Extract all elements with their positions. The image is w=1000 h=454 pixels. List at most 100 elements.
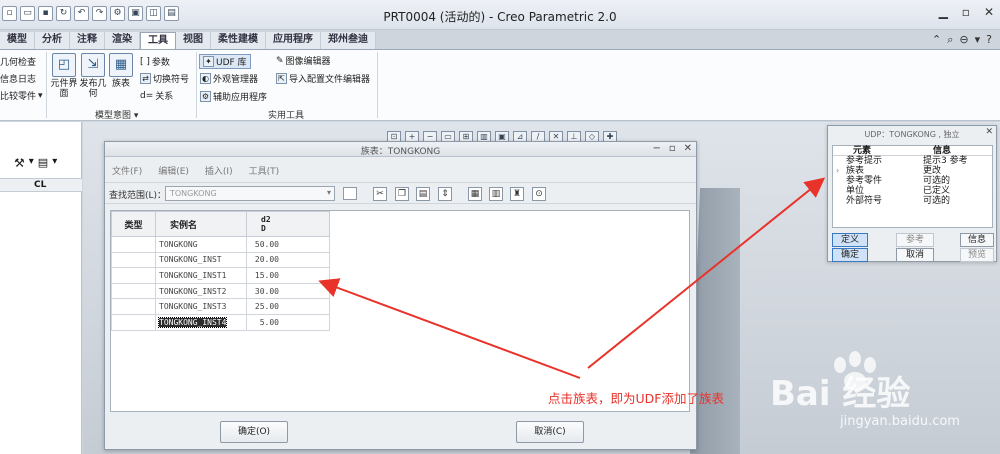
help-question-icon[interactable]: ? [986,33,992,47]
type-cell[interactable] [111,298,156,315]
list-item[interactable]: 参考零件 可选的 [833,176,992,186]
table-row[interactable]: TONGKONG_INST3 25.00 [111,298,330,315]
verify-instances-icon[interactable]: ♜ [510,187,524,201]
close-icon[interactable]: ✕ [684,143,692,154]
tree-settings-icon[interactable]: ⚒ [14,156,25,170]
type-cell[interactable] [111,251,156,269]
d2-value-cell[interactable]: 50.00 [246,236,330,253]
auxiliary-app-button[interactable]: ⚙ 辅助应用程序 [200,90,267,103]
title-bar: ▫ ▭ ▪ ↻ ↶ ↷ ⚙ ▣ ◫ ▤ PRT0004 (活动的) - Creo… [0,0,1000,30]
selected-instance-name[interactable]: TONGKONG_INST4 [157,316,228,328]
list-item[interactable]: 外部符号 可选的 [833,196,992,206]
d2-value-cell[interactable]: 15.00 [246,267,330,284]
scope-select[interactable]: TONGKONG [165,186,335,201]
type-cell[interactable] [111,313,156,331]
group-label-model-intent[interactable]: 模型意图 ▾ [95,108,138,121]
tab-annotate[interactable]: 注释 [70,32,105,49]
tab-view[interactable]: 视图 [176,32,211,49]
scope-up-icon[interactable] [343,187,357,200]
list-item[interactable]: 单位 已定义 [833,186,992,196]
type-cell[interactable] [111,282,156,300]
family-table-button[interactable]: ▦ 族表 [106,53,136,89]
restore-icon[interactable]: ▫ [962,5,970,19]
list-item[interactable]: › 族表 更改 [833,166,992,176]
family-cancel-button[interactable]: 取消(C) [516,421,584,443]
compare-part-button[interactable]: 比较零件 ▾ [0,89,43,103]
relations-button[interactable]: d= 关系 [140,89,173,103]
menu-file[interactable]: 文件(F) [112,164,142,177]
tab-custom[interactable]: 郑州叁迪 [321,32,376,49]
define-button[interactable]: 定义 [832,233,868,247]
cut-icon[interactable]: ✂ [373,187,387,201]
info-log-button[interactable]: 信息日志 [0,72,36,85]
appearance-manager-button[interactable]: ◐ 外观管理器 [200,72,258,85]
list-item[interactable]: 参考提示 提示3 参考 [833,156,992,166]
tree-filter-icon[interactable]: ▤ [38,156,48,170]
insert-column-icon[interactable]: ⇕ [438,187,452,201]
add-instance-icon[interactable]: ▦ [468,187,482,201]
preview-instance-icon[interactable]: ⊙ [532,187,546,201]
instance-name-cell[interactable]: TONGKONG [155,236,247,253]
chevron-down-icon[interactable]: ▾ [975,33,981,47]
d2-value-cell[interactable]: 20.00 [246,251,330,269]
table-row[interactable]: TONGKONG 50.00 [111,236,330,253]
d2-value-cell[interactable]: 5.00 [246,313,330,331]
d2-value-cell[interactable]: 30.00 [246,282,330,300]
column-header-instance-name[interactable]: 实例名 [155,211,247,237]
type-cell[interactable] [111,267,156,284]
d2-value-cell[interactable]: 25.00 [246,298,330,315]
image-editor-button[interactable]: ✎ 图像编辑器 [276,54,331,68]
switch-symbols-button[interactable]: ⇄ 切换符号 [140,72,189,85]
info-button[interactable]: 信息 [960,233,994,247]
menu-edit[interactable]: 编辑(E) [158,164,189,177]
column-header-d2[interactable]: d2 D [246,211,330,237]
geometry-check-button[interactable]: 几何检查 [0,55,36,68]
chevron-down-icon[interactable]: ▾ [52,156,57,170]
dialog-toolbar: 查找范围(L)： TONGKONG ▾ ✂ ❐ ▤ ⇕ ▦ ▥ ♜ ⊙ [105,182,696,204]
table-row[interactable]: TONGKONG_INST 20.00 [111,251,330,269]
reference-button[interactable]: 参考 [896,233,934,247]
menu-tools[interactable]: 工具(T) [249,164,280,177]
table-row[interactable]: TONGKONG_INST4 5.00 [111,313,330,331]
add-item-icon[interactable]: ▥ [489,187,503,201]
window-controls: ▁ ▫ ✕ [939,5,994,19]
instance-name-cell[interactable]: TONGKONG_INST1 [155,267,247,284]
maximize-icon[interactable]: ▫ [669,143,676,154]
component-interface-button[interactable]: ◰ 元件界面 [49,53,79,99]
minimize-icon[interactable]: ▁ [939,5,948,19]
instance-name-cell[interactable]: TONGKONG_INST [155,251,247,269]
udp-ok-button[interactable]: 确定 [832,248,868,262]
column-header-type[interactable]: 类型 [111,211,156,237]
table-row[interactable]: TONGKONG_INST1 15.00 [111,267,330,284]
import-config-editor-button[interactable]: ⇱ 导入配置文件编辑器 [276,72,370,85]
copy-icon[interactable]: ❐ [395,187,409,201]
paste-icon[interactable]: ▤ [416,187,430,201]
chevron-down-icon[interactable]: ▾ [29,156,34,170]
tab-model[interactable]: 模型 [0,32,35,49]
parameters-button[interactable]: [ ] 参数 [140,55,170,69]
type-cell[interactable] [111,236,156,253]
ribbon-separator [196,52,197,118]
search-icon[interactable]: ⌕ [947,33,953,47]
chevron-down-icon[interactable]: ▾ [323,186,335,201]
minimize-icon[interactable]: − [652,143,660,154]
close-icon[interactable]: ✕ [985,127,993,137]
table-row[interactable]: TONGKONG_INST2 30.00 [111,282,330,300]
tab-tools[interactable]: 工具 [140,32,176,49]
instance-name-cell[interactable]: TONGKONG_INST3 [155,298,247,315]
tab-render[interactable]: 渲染 [105,32,140,49]
help-icon[interactable]: ⊖ [959,33,968,47]
udp-cancel-button[interactable]: 取消 [896,248,934,262]
close-icon[interactable]: ✕ [984,5,994,19]
family-ok-button[interactable]: 确定(O) [220,421,288,443]
tab-applications[interactable]: 应用程序 [266,32,321,49]
menu-insert[interactable]: 插入(I) [205,164,233,177]
instance-name-cell[interactable]: TONGKONG_INST2 [155,282,247,300]
minimize-ribbon-icon[interactable]: ⌃ [932,33,941,47]
tab-analysis[interactable]: 分析 [35,32,70,49]
publish-geometry-button[interactable]: ⇲ 发布几何 [78,53,108,99]
udf-library-button[interactable]: ✦ UDF 库 [199,54,251,69]
tab-flexible-modeling[interactable]: 柔性建模 [211,32,266,49]
instance-name-cell-selected[interactable]: TONGKONG_INST4 [155,313,247,331]
preview-button[interactable]: 预览 [960,248,994,262]
